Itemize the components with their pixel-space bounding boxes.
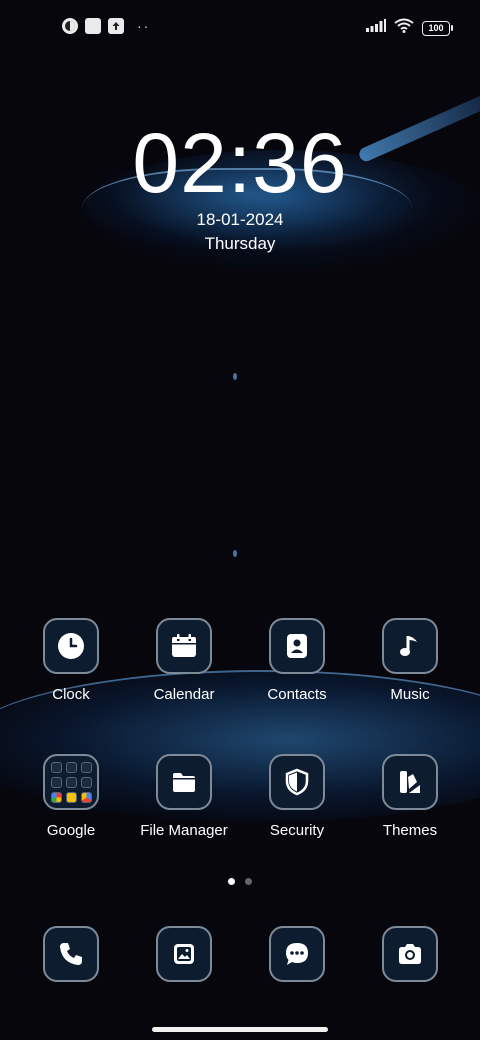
clock-icon [43, 618, 99, 674]
status-bar: ·· 100 [0, 0, 480, 56]
meet-icon [65, 776, 77, 788]
app-notification-icon [62, 18, 78, 34]
dock-camera[interactable] [355, 926, 465, 982]
app-label: Music [390, 686, 430, 703]
wallpaper-drop [233, 550, 237, 557]
music-icon [382, 618, 438, 674]
app-label: Google [46, 822, 96, 839]
lock-clock-widget[interactable]: 02:36 18-01-2024 Thursday [0, 118, 480, 254]
app-clock[interactable]: Clock [16, 618, 126, 703]
gallery-icon [156, 926, 212, 982]
app-label: Contacts [267, 686, 327, 703]
folder-icon [156, 754, 212, 810]
battery-indicator: 100 [422, 20, 453, 36]
clock-date: 18-01-2024 [196, 210, 284, 229]
youtube-icon [50, 776, 62, 788]
wifi-icon [394, 18, 414, 38]
dock-gallery[interactable] [129, 926, 239, 982]
google-folder-icon [43, 754, 99, 810]
app-contacts[interactable]: Contacts [242, 618, 352, 703]
dock-phone[interactable] [16, 926, 126, 982]
app-label: Themes [382, 822, 438, 839]
clock-time: 02:36 [132, 116, 348, 210]
app-label: Clock [52, 686, 90, 703]
keep-icon [65, 791, 77, 803]
home-gesture-bar[interactable] [152, 1027, 328, 1032]
photos-icon [50, 791, 62, 803]
app-music[interactable]: Music [355, 618, 465, 703]
wallpaper-drop [233, 373, 237, 380]
chrome-icon [80, 791, 92, 803]
app-security[interactable]: Security [242, 754, 352, 839]
themes-icon [382, 754, 438, 810]
camera-icon [382, 926, 438, 982]
calendar-icon [156, 618, 212, 674]
system-icons: 100 [366, 18, 453, 38]
app-label: Security [269, 822, 325, 839]
clock-day: Thursday [204, 234, 276, 253]
page-indicator [0, 878, 480, 885]
app-calendar[interactable]: Calendar [129, 618, 239, 703]
more-notifications: ·· [137, 18, 151, 34]
google-icon [50, 761, 62, 773]
phone-icon [43, 926, 99, 982]
gmail-icon [65, 761, 77, 773]
square-notification-icon [85, 18, 101, 34]
contacts-icon [269, 618, 325, 674]
assistant-icon [80, 776, 92, 788]
app-google-folder[interactable]: Google [16, 754, 126, 839]
notification-icons: ·· [62, 18, 150, 34]
app-label: File Manager [140, 822, 228, 839]
app-themes[interactable]: Themes [355, 754, 465, 839]
maps-icon [80, 761, 92, 773]
page-dot-active[interactable] [228, 878, 235, 885]
app-file-manager[interactable]: File Manager [129, 754, 239, 839]
shield-icon [269, 754, 325, 810]
messages-icon [269, 926, 325, 982]
signal-icon [366, 19, 386, 37]
upload-icon [108, 18, 124, 34]
app-label: Calendar [153, 686, 215, 703]
dock-messages[interactable] [242, 926, 352, 982]
page-dot[interactable] [245, 878, 252, 885]
